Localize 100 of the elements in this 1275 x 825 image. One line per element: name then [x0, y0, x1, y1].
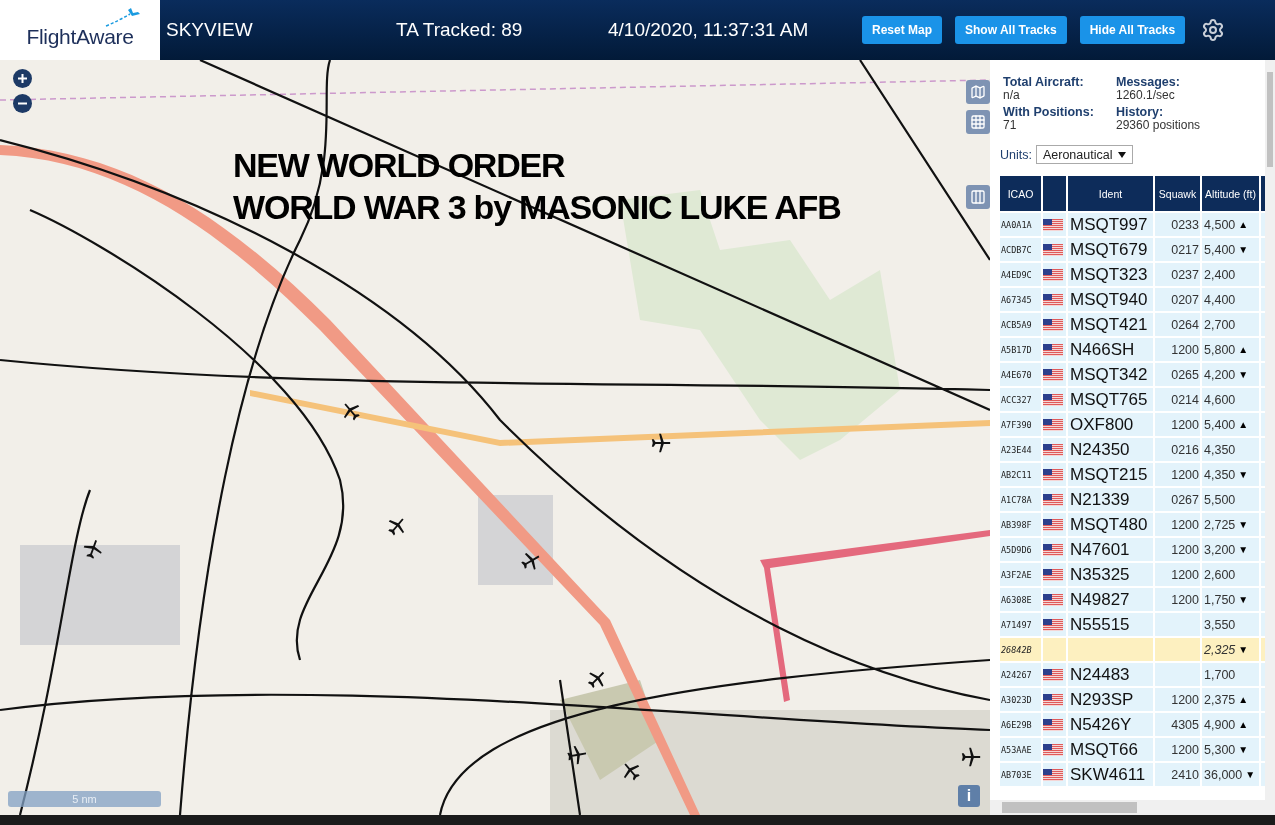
icao-text: A4E670	[1000, 369, 1032, 380]
altitude-text: 5,800	[1204, 342, 1237, 357]
ident-text: MSQT323	[1069, 264, 1148, 285]
icao-text: ACC327	[1000, 394, 1032, 405]
squawk-text: 4305	[1171, 717, 1200, 732]
settings-icon[interactable]	[1201, 18, 1226, 42]
stat-value: 1260.1/sec	[1116, 89, 1175, 102]
altitude-text: 2,700	[1204, 317, 1237, 332]
map-layers-button[interactable]	[966, 80, 990, 104]
trend-arrow: ▼	[1238, 544, 1249, 555]
caret-icon	[1118, 151, 1127, 158]
tracked-count: TA Tracked: 89	[396, 19, 524, 41]
column-header[interactable]: ICAO	[1000, 176, 1041, 211]
icao-text: A23E44	[1000, 444, 1032, 455]
stat-label: History:	[1116, 106, 1165, 119]
flag-icon	[1043, 543, 1063, 556]
squawk-text: 0217	[1171, 242, 1200, 257]
stat-label: Total Aircraft:	[1003, 76, 1085, 89]
altitude-text: 1,750	[1204, 592, 1237, 607]
logo[interactable]: FlightAware	[0, 0, 160, 60]
scrollbar-thumb[interactable]	[1267, 72, 1273, 167]
squawk-text: 0214	[1171, 392, 1200, 407]
ident-text: N35325	[1069, 564, 1130, 585]
stat-value: n/a	[1003, 89, 1021, 102]
ident-text: N47601	[1069, 539, 1130, 560]
squawk-text: 0265	[1171, 367, 1200, 382]
squawk-text: 0216	[1171, 442, 1200, 457]
column-header[interactable]: Ident	[1068, 176, 1153, 211]
units-label: Units:	[1000, 147, 1032, 162]
icao-text: A3F2AE	[1000, 569, 1032, 580]
flag-icon	[1043, 718, 1063, 731]
altitude-text: 2,725	[1204, 517, 1237, 532]
flag-icon	[1043, 268, 1063, 281]
trend-arrow: ▼	[1238, 644, 1249, 655]
plane-icon[interactable]	[82, 538, 104, 560]
squawk-text: 1200	[1171, 517, 1200, 532]
info-button[interactable]: i	[958, 785, 980, 807]
icao-text: A71497	[1000, 619, 1032, 630]
squawk-text: 0267	[1171, 492, 1200, 507]
altitude-text: 5,500	[1204, 492, 1237, 507]
ident-text: MSQT679	[1069, 239, 1148, 260]
flag-icon	[1043, 593, 1063, 606]
flag-icon	[1043, 443, 1063, 456]
plane-icon[interactable]	[960, 746, 982, 768]
squawk-text: 1200	[1171, 567, 1200, 582]
flag-icon	[1043, 668, 1063, 681]
squawk-text: 1200	[1171, 592, 1200, 607]
squawk-text: 0233	[1171, 217, 1200, 232]
flag-icon	[1043, 418, 1063, 431]
columns-button[interactable]	[966, 185, 990, 209]
ident-text: N293SP	[1069, 689, 1134, 710]
altitude-text: 4,400	[1204, 292, 1237, 307]
squawk-text: 0207	[1171, 292, 1200, 307]
icao-text: A1C78A	[1000, 494, 1032, 505]
flag-icon	[1043, 493, 1063, 506]
plane-icon[interactable]	[520, 550, 542, 572]
flag-icon	[1043, 293, 1063, 306]
icao-text: A7F390	[1000, 419, 1032, 430]
plane-icon[interactable]	[566, 744, 588, 766]
ident-text: N55515	[1069, 614, 1130, 635]
scrollbar-thumb[interactable]	[1002, 802, 1137, 813]
ident-text: N49827	[1069, 589, 1130, 610]
table-cell	[1155, 638, 1200, 661]
trend-arrow: ▼	[1238, 519, 1249, 530]
app-title: SKYVIEW	[166, 19, 254, 41]
altitude-text: 2,375	[1204, 692, 1237, 707]
flag-icon	[1043, 318, 1063, 331]
altitude-text: 5,400	[1204, 242, 1237, 257]
column-header[interactable]: Altitude (ft)	[1202, 176, 1259, 211]
units-dropdown[interactable]: Aeronautical	[1035, 145, 1134, 164]
icao-text: A5D9D6	[1000, 544, 1032, 555]
grid-icon	[970, 114, 986, 130]
altitude-text: 4,900	[1204, 717, 1237, 732]
altitude-text: 4,350	[1204, 467, 1237, 482]
plane-icon[interactable]	[650, 432, 672, 454]
ident-text: MSQT940	[1069, 289, 1148, 310]
altitude-text: 4,600	[1204, 392, 1237, 407]
stat-value: 29360 positions	[1116, 119, 1202, 132]
altitude-text: 2,325	[1204, 642, 1237, 657]
altitude-text: 5,300	[1204, 742, 1237, 757]
trend-arrow: ▼	[1238, 244, 1249, 255]
flag-icon	[1043, 743, 1063, 756]
flag-icon	[1043, 393, 1063, 406]
flag-icon	[1043, 343, 1063, 356]
icao-text: AB703E	[1000, 769, 1032, 780]
grid-button[interactable]	[966, 110, 990, 134]
trend-arrow: ▼	[1238, 744, 1249, 755]
column-header[interactable]: Squawk	[1155, 176, 1200, 211]
altitude-text: 5,400	[1204, 417, 1237, 432]
altitude-text: 1,700	[1204, 667, 1237, 682]
flag-icon	[1043, 518, 1063, 531]
altitude-text: 3,200	[1204, 542, 1237, 557]
flag-icon	[1043, 218, 1063, 231]
trend-arrow: ▼	[1238, 594, 1249, 605]
stat-label: With Positions:	[1003, 106, 1095, 119]
icao-text: A53AAE	[1000, 744, 1032, 755]
flag-icon	[1043, 468, 1063, 481]
flag-icon	[1043, 768, 1063, 781]
ident-text: N5426Y	[1069, 714, 1132, 735]
stat-value: 71	[1003, 119, 1018, 132]
